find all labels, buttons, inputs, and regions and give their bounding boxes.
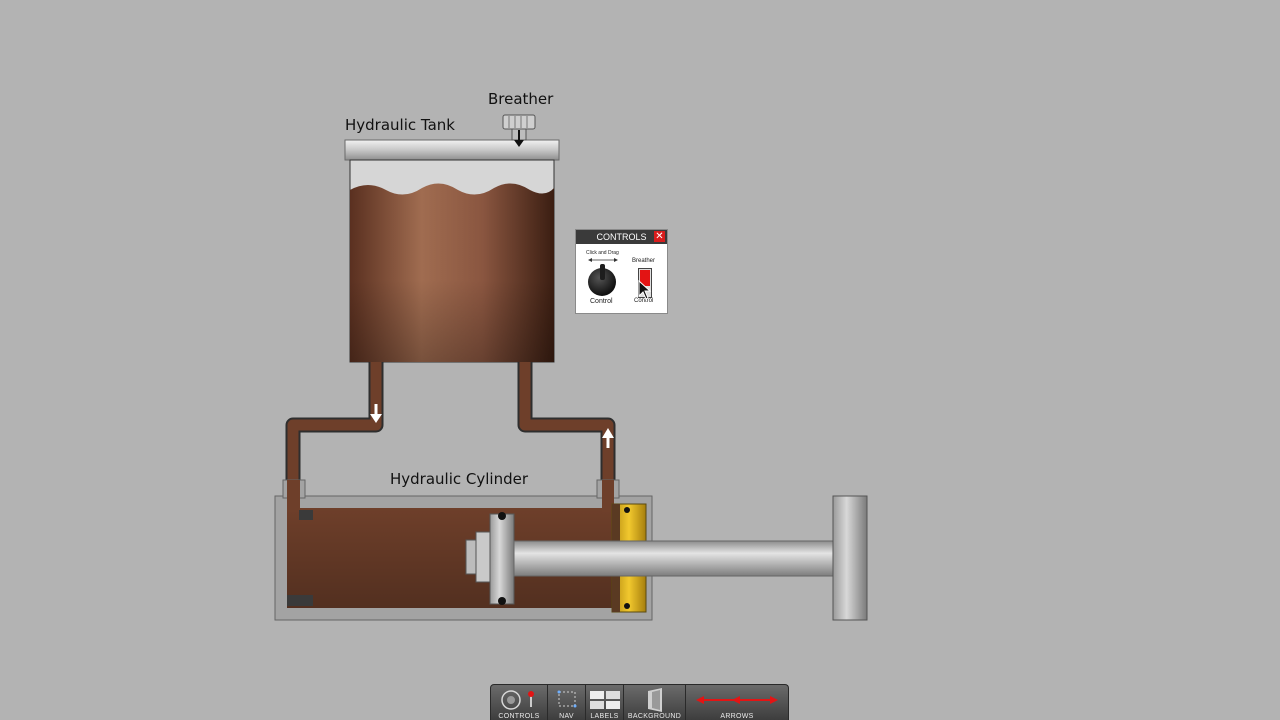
knob-label: Control bbox=[590, 298, 613, 305]
rod-end-plate bbox=[832, 495, 868, 621]
hydraulic-tank-label: Hydraulic Tank bbox=[345, 116, 455, 134]
background-icon bbox=[647, 688, 662, 712]
piston-rod bbox=[513, 540, 837, 577]
return-pipe bbox=[517, 362, 616, 508]
toolbar-arrows-button[interactable]: ARROWS bbox=[686, 685, 788, 720]
mouse-cursor-icon bbox=[638, 280, 652, 300]
toolbar-labels-label: LABELS bbox=[590, 713, 619, 720]
labels-icon bbox=[589, 691, 620, 709]
bottom-toolbar: CONTROLS NAV LABELS BACKGROUND ARROWS bbox=[490, 684, 789, 720]
controls-panel: CONTROLS ✕ Click and Drag Control Breath… bbox=[575, 229, 668, 314]
tank-lid bbox=[344, 139, 560, 161]
toolbar-controls-button[interactable]: CONTROLS bbox=[491, 685, 548, 720]
close-icon[interactable]: ✕ bbox=[654, 231, 665, 242]
toolbar-background-label: BACKGROUND bbox=[627, 713, 682, 720]
controls-panel-title: CONTROLS ✕ bbox=[576, 230, 667, 244]
toolbar-labels-button[interactable]: LABELS bbox=[586, 685, 624, 720]
drag-hint: Click and Drag bbox=[586, 250, 619, 256]
hydraulic-cylinder-label: Hydraulic Cylinder bbox=[390, 470, 529, 488]
hydraulic-system-diagram bbox=[274, 114, 868, 621]
switch-title: Breather bbox=[632, 258, 656, 264]
toolbar-background-button[interactable]: BACKGROUND bbox=[624, 685, 686, 720]
toolbar-nav-button[interactable]: NAV bbox=[548, 685, 586, 720]
control-knob-handle[interactable] bbox=[600, 264, 605, 280]
breather-label: Breather bbox=[488, 90, 554, 108]
controls-icon bbox=[501, 690, 534, 710]
toolbar-arrows-label: ARROWS bbox=[720, 713, 754, 720]
toolbar-controls-label: CONTROLS bbox=[498, 713, 540, 720]
nav-icon bbox=[557, 690, 576, 708]
controls-panel-title-text: CONTROLS bbox=[596, 232, 647, 242]
toolbar-nav-label: NAV bbox=[559, 713, 574, 720]
drag-arrows-icon bbox=[588, 258, 618, 262]
arrows-icon bbox=[696, 696, 778, 704]
